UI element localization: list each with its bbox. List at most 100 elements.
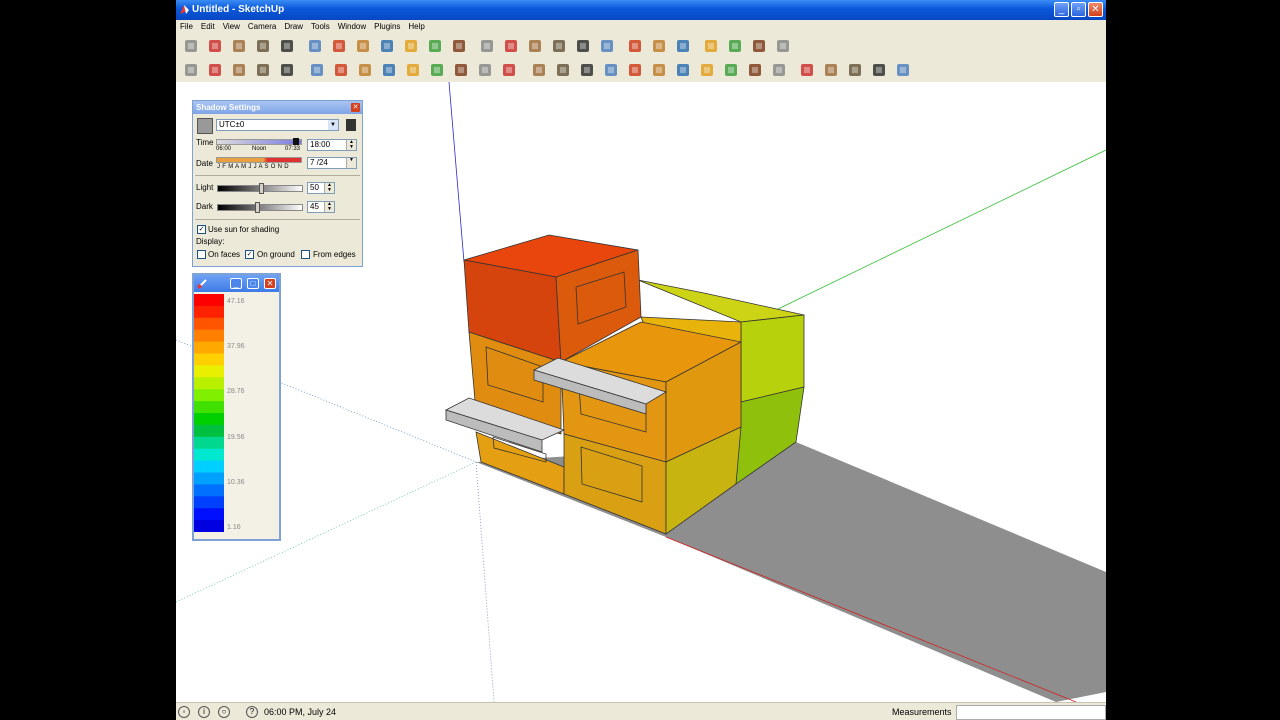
house-icon[interactable] — [626, 61, 644, 79]
legend-minimize-button[interactable]: _ — [230, 278, 242, 289]
menu-tools[interactable]: Tools — [307, 20, 334, 34]
dark-slider-thumb[interactable] — [254, 202, 260, 213]
follow-me-icon[interactable] — [478, 37, 496, 55]
spinner-icon[interactable]: ▲ ▼ — [324, 202, 334, 212]
orbit-icon[interactable] — [502, 37, 520, 55]
get-model-icon[interactable] — [702, 37, 720, 55]
png-icon[interactable] — [530, 61, 548, 79]
swap-icon[interactable] — [452, 61, 470, 79]
light-input[interactable]: 50 ▲ ▼ — [307, 182, 335, 194]
axis-icon[interactable] — [476, 61, 494, 79]
help-icon[interactable] — [500, 61, 518, 79]
chart-icon[interactable] — [746, 61, 764, 79]
last-frame-icon[interactable] — [894, 61, 912, 79]
shadow-toggle-icon[interactable] — [197, 118, 213, 134]
dark-input[interactable]: 45 ▲ ▼ — [307, 201, 335, 213]
menu-view[interactable]: View — [219, 20, 244, 34]
from-edges-checkbox[interactable] — [301, 250, 310, 259]
extension-icon[interactable] — [726, 37, 744, 55]
menu-help[interactable]: Help — [404, 20, 428, 34]
drawing-viewport[interactable]: Shadow Settings ✕ UTC±0 ▼ Time 06:00 Noon… — [176, 82, 1106, 702]
first-frame-icon[interactable] — [798, 61, 816, 79]
move-icon[interactable] — [402, 37, 420, 55]
time-slider[interactable] — [216, 139, 302, 145]
wireframe-icon[interactable] — [554, 61, 572, 79]
eraser-icon[interactable] — [306, 37, 324, 55]
play-icon[interactable] — [846, 61, 864, 79]
elevation-icon[interactable] — [332, 61, 350, 79]
measurements-input[interactable] — [956, 705, 1106, 720]
layers-icon[interactable] — [774, 37, 792, 55]
fast-forward-icon[interactable] — [870, 61, 888, 79]
chevron-down-icon[interactable]: ▼ — [346, 158, 356, 168]
menu-plugins[interactable]: Plugins — [370, 20, 404, 34]
timezone-select[interactable]: UTC±0 ▼ — [216, 119, 339, 131]
camera-icon[interactable] — [770, 61, 788, 79]
object-icon-2[interactable] — [698, 61, 716, 79]
select-icon[interactable] — [182, 37, 200, 55]
arc-icon[interactable] — [278, 37, 296, 55]
rewind-icon[interactable] — [822, 61, 840, 79]
section-icon[interactable] — [598, 37, 616, 55]
print-icon[interactable] — [254, 61, 272, 79]
geo-location-icon[interactable]: ◦ — [178, 706, 190, 718]
paint-bucket-icon[interactable] — [330, 37, 348, 55]
time-input[interactable]: 18:00 ▲ ▼ — [307, 139, 357, 151]
tape-measure-icon[interactable] — [354, 37, 372, 55]
cube-icon[interactable] — [308, 61, 326, 79]
title-bar[interactable]: Untitled - SketchUp _ ▫ ✕ — [176, 0, 1106, 20]
date-input[interactable]: 7 /24 ▼ — [307, 157, 357, 169]
share-icon[interactable] — [674, 37, 692, 55]
hidden-line-icon[interactable] — [578, 61, 596, 79]
text-icon-2[interactable] — [380, 61, 398, 79]
credits-icon[interactable]: i — [198, 706, 210, 718]
circle-icon[interactable] — [254, 37, 272, 55]
text-icon-3[interactable] — [404, 61, 422, 79]
rectangle-icon[interactable] — [230, 37, 248, 55]
menu-camera[interactable]: Camera — [244, 20, 280, 34]
text-icon[interactable] — [356, 61, 374, 79]
legend-close-button[interactable]: ✕ — [264, 278, 276, 289]
solar-icon[interactable] — [650, 61, 668, 79]
zoom-extents-icon[interactable] — [574, 37, 592, 55]
materials-icon[interactable] — [750, 37, 768, 55]
use-sun-checkbox[interactable]: ✓ — [197, 225, 206, 234]
pencil-icon[interactable] — [206, 37, 224, 55]
on-ground-checkbox[interactable]: ✓ — [245, 250, 254, 259]
help-icon[interactable]: ? — [246, 706, 258, 718]
spinner-icon[interactable]: ▲ ▼ — [324, 183, 334, 193]
export-icon[interactable] — [182, 61, 200, 79]
light-slider-thumb[interactable] — [259, 183, 264, 194]
time-slider-thumb[interactable] — [293, 138, 299, 145]
menu-edit[interactable]: Edit — [197, 20, 219, 34]
minimize-button[interactable]: _ — [1054, 2, 1069, 17]
component-icon[interactable] — [626, 37, 644, 55]
spinner-icon[interactable]: ▲ ▼ — [346, 140, 356, 150]
legend-maximize-button[interactable]: □ — [247, 278, 259, 289]
maximize-button[interactable]: ▫ — [1071, 2, 1086, 17]
grid-icon[interactable] — [722, 61, 740, 79]
zoom-icon[interactable] — [550, 37, 568, 55]
on-faces-checkbox[interactable] — [197, 250, 206, 259]
shadow-settings-title[interactable]: Shadow Settings — [193, 101, 362, 114]
block-back-top[interactable] — [637, 279, 805, 323]
dark-slider[interactable] — [217, 204, 303, 211]
warning-icon[interactable] — [278, 61, 296, 79]
push-pull-icon[interactable] — [378, 37, 396, 55]
rotate-icon[interactable] — [426, 37, 444, 55]
menu-window[interactable]: Window — [334, 20, 370, 34]
offset-icon[interactable] — [450, 37, 468, 55]
pan-icon[interactable] — [526, 37, 544, 55]
menu-file[interactable]: File — [176, 20, 197, 34]
shaded-icon[interactable] — [602, 61, 620, 79]
object-icon[interactable] — [674, 61, 692, 79]
warehouse-icon[interactable] — [650, 37, 668, 55]
expand-panel-icon[interactable] — [346, 119, 356, 131]
date-slider[interactable] — [216, 157, 302, 163]
import-icon[interactable] — [206, 61, 224, 79]
user-icon[interactable]: ○ — [218, 706, 230, 718]
shadow-close-button[interactable]: ✕ — [351, 103, 360, 112]
menu-draw[interactable]: Draw — [280, 20, 307, 34]
save-icon[interactable] — [230, 61, 248, 79]
close-button[interactable]: ✕ — [1088, 2, 1103, 17]
